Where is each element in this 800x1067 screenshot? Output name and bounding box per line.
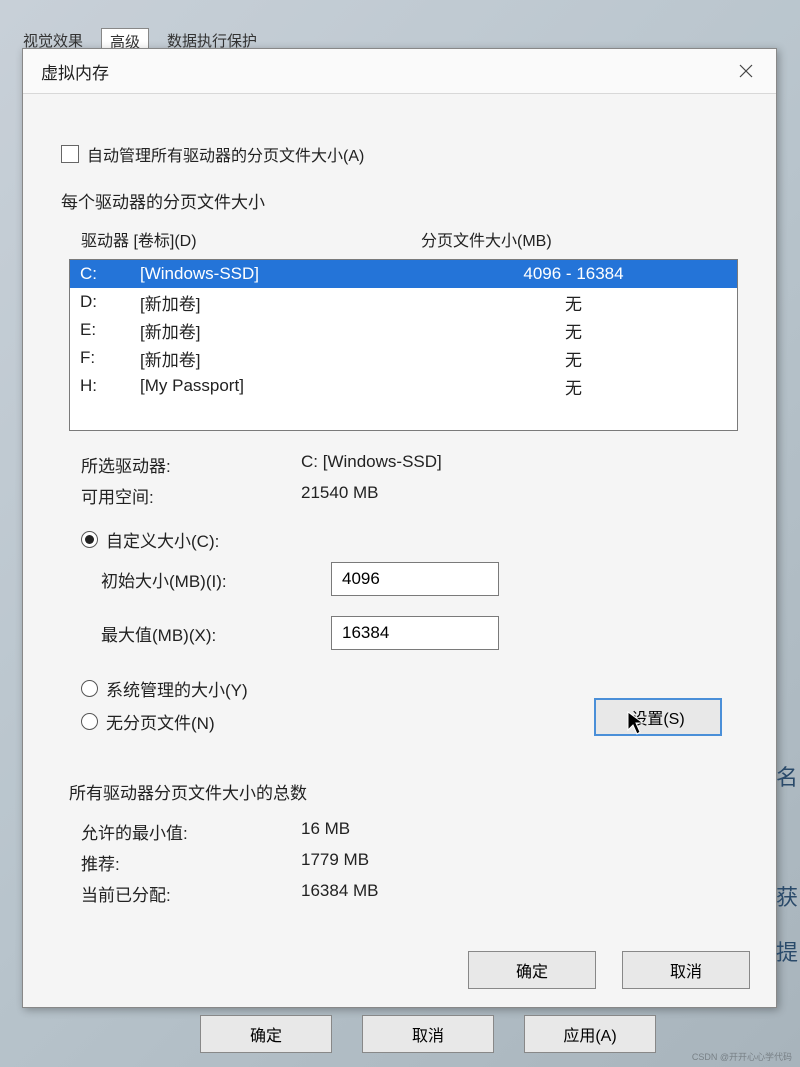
dialog-title: 虚拟内存	[41, 59, 109, 84]
drive-header-col2: 分页文件大小(MB)	[421, 227, 552, 251]
watermark: CSDN @开开心心学代码	[692, 1050, 792, 1063]
side-text: 获	[776, 880, 798, 912]
drive-size: 无	[420, 374, 727, 399]
side-text: 提	[776, 935, 798, 967]
side-text: 名	[776, 760, 798, 792]
drive-size: 无	[420, 346, 727, 371]
free-space-value: 21540 MB	[301, 483, 379, 508]
per-drive-label: 每个驱动器的分页文件大小	[61, 188, 746, 213]
drive-letter: D:	[80, 292, 140, 312]
selected-drive-row: 所选驱动器: C: [Windows-SSD]	[61, 449, 746, 480]
max-size-input[interactable]	[331, 616, 499, 650]
dialog-content: 自动管理所有驱动器的分页文件大小(A) 每个驱动器的分页文件大小 驱动器 [卷标…	[23, 94, 776, 929]
auto-manage-checkbox[interactable]	[61, 145, 79, 163]
rec-row: 推荐: 1779 MB	[61, 847, 746, 878]
min-value: 16 MB	[301, 819, 350, 844]
selected-drive-label: 所选驱动器:	[81, 452, 301, 477]
drive-row[interactable]: H: [My Passport] 无	[70, 372, 737, 400]
drive-label: [新加卷]	[140, 318, 420, 343]
drive-letter: H:	[80, 376, 140, 396]
drive-size: 无	[420, 318, 727, 343]
drive-list-header: 驱动器 [卷标](D) 分页文件大小(MB)	[61, 223, 746, 255]
parent-dialog-buttons: 确定 取消 应用(A)	[200, 1015, 656, 1053]
cancel-button[interactable]: 取消	[622, 951, 750, 989]
drive-header-col1: 驱动器 [卷标](D)	[81, 227, 421, 251]
titlebar: 虚拟内存	[23, 49, 776, 94]
drive-row[interactable]: F: [新加卷] 无	[70, 344, 737, 372]
initial-size-row: 初始大小(MB)(I):	[61, 556, 746, 602]
drive-row[interactable]: C: [Windows-SSD] 4096 - 16384	[70, 260, 737, 288]
drive-letter: E:	[80, 320, 140, 340]
parent-ok-button[interactable]: 确定	[200, 1015, 332, 1053]
drive-size: 无	[420, 290, 727, 315]
drive-letter: F:	[80, 348, 140, 368]
totals-header: 所有驱动器分页文件大小的总数	[61, 757, 746, 816]
rec-value: 1779 MB	[301, 850, 369, 875]
custom-size-radio[interactable]	[81, 531, 98, 548]
max-size-label: 最大值(MB)(X):	[101, 621, 331, 646]
set-button[interactable]: 设置(S)	[594, 698, 722, 736]
drive-label: [My Passport]	[140, 376, 420, 396]
drive-list[interactable]: C: [Windows-SSD] 4096 - 16384 D: [新加卷] 无…	[69, 259, 738, 431]
rec-label: 推荐:	[81, 850, 301, 875]
close-button[interactable]	[724, 54, 768, 88]
free-space-label: 可用空间:	[81, 483, 301, 508]
set-button-row: 设置(S)	[61, 698, 746, 736]
cur-label: 当前已分配:	[81, 881, 301, 906]
custom-size-row[interactable]: 自定义大小(C):	[61, 523, 746, 556]
min-row: 允许的最小值: 16 MB	[61, 816, 746, 847]
system-size-radio[interactable]	[81, 680, 98, 697]
custom-size-label: 自定义大小(C):	[106, 527, 219, 552]
virtual-memory-dialog: 虚拟内存 自动管理所有驱动器的分页文件大小(A) 每个驱动器的分页文件大小 驱动…	[22, 48, 777, 1008]
auto-manage-row[interactable]: 自动管理所有驱动器的分页文件大小(A)	[61, 142, 746, 166]
min-label: 允许的最小值:	[81, 819, 301, 844]
max-size-row: 最大值(MB)(X):	[61, 610, 746, 656]
ok-button[interactable]: 确定	[468, 951, 596, 989]
parent-apply-button[interactable]: 应用(A)	[524, 1015, 656, 1053]
free-space-row: 可用空间: 21540 MB	[61, 480, 746, 511]
selected-drive-value: C: [Windows-SSD]	[301, 452, 442, 477]
dialog-footer: 确定 取消	[468, 951, 750, 989]
initial-size-label: 初始大小(MB)(I):	[101, 567, 331, 592]
drive-label: [Windows-SSD]	[140, 264, 420, 284]
initial-size-input[interactable]	[331, 562, 499, 596]
parent-cancel-button[interactable]: 取消	[362, 1015, 494, 1053]
drive-label: [新加卷]	[140, 346, 420, 371]
drive-row[interactable]: E: [新加卷] 无	[70, 316, 737, 344]
drive-label: [新加卷]	[140, 290, 420, 315]
cur-row: 当前已分配: 16384 MB	[61, 878, 746, 909]
close-icon	[739, 64, 753, 78]
drive-letter: C:	[80, 264, 140, 284]
cur-value: 16384 MB	[301, 881, 379, 906]
auto-manage-label: 自动管理所有驱动器的分页文件大小(A)	[87, 142, 364, 166]
drive-row[interactable]: D: [新加卷] 无	[70, 288, 737, 316]
drive-size: 4096 - 16384	[420, 264, 727, 284]
